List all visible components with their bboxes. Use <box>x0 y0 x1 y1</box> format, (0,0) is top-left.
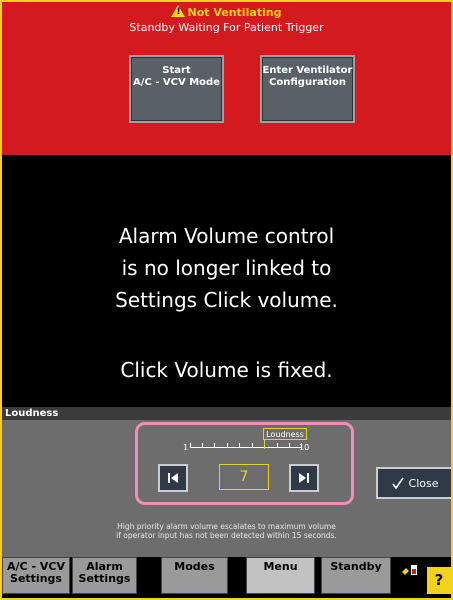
loudness-scale-label: Loudness <box>263 428 307 440</box>
tab-label: Settings <box>10 572 62 585</box>
scale-tick <box>190 443 191 447</box>
message-paragraph-1: Alarm Volume control is no longer linked… <box>2 220 451 316</box>
tab-standby[interactable]: Standby <box>321 557 391 594</box>
message-line: Alarm Volume control <box>118 224 335 248</box>
message-line: Settings Click volume. <box>115 288 338 312</box>
tab-label: Settings <box>78 572 131 585</box>
loudness-level-marker <box>264 440 265 449</box>
scale-tick <box>289 443 290 447</box>
enter-configuration-button[interactable]: Enter Ventilator Configuration <box>260 55 355 123</box>
close-button-label: Close <box>408 476 439 490</box>
standby-status: Standby Waiting For Patient Trigger <box>129 21 324 34</box>
start-button-line1: Start <box>162 65 191 76</box>
alarm-banner: ! Not Ventilating Standby Waiting For Pat… <box>2 2 451 155</box>
info-message: Alarm Volume control is no longer linked… <box>2 155 451 407</box>
scale-tick <box>239 443 240 447</box>
alarm-text: Not Ventilating <box>187 6 282 19</box>
volume-value: 7 <box>219 464 269 490</box>
tab-label: Standby <box>330 560 382 573</box>
power-status-icon <box>398 560 422 594</box>
tab-acvcv-settings[interactable]: A/C - VCV Settings <box>2 557 70 594</box>
loudness-scale-track <box>190 447 302 448</box>
skip-back-icon <box>168 473 178 483</box>
start-acvcv-button[interactable]: Start A/C - VCV Mode <box>129 55 224 123</box>
scale-tick <box>277 443 278 447</box>
note-line: High priority alarm volume escalates to … <box>117 522 336 531</box>
escalation-note: High priority alarm volume escalates to … <box>2 522 451 540</box>
plug-icon <box>402 565 417 575</box>
ventilator-screen: ! Not Ventilating Standby Waiting For Pat… <box>0 0 453 600</box>
config-button-line2: Configuration <box>269 77 346 88</box>
scale-max-label: 10 <box>299 443 310 452</box>
tab-label: Menu <box>263 560 298 573</box>
config-button-line1: Enter Ventilator <box>262 65 353 76</box>
start-button-line2: A/C - VCV Mode <box>133 77 220 88</box>
scale-tick <box>214 443 215 447</box>
decrease-volume-button[interactable] <box>158 464 188 492</box>
message-paragraph-2: Click Volume is fixed. <box>120 358 333 382</box>
alarm-status: ! Not Ventilating <box>2 5 451 19</box>
message-line: is no longer linked to <box>121 256 332 280</box>
scale-min-label: 1 <box>183 443 189 452</box>
scale-tick <box>252 443 253 447</box>
bottom-tab-bar: A/C - VCV Settings Alarm Settings Modes … <box>2 557 451 598</box>
scale-tick <box>227 443 228 447</box>
help-button[interactable]: ? <box>427 567 451 594</box>
checkmark-icon <box>391 477 404 490</box>
tab-modes[interactable]: Modes <box>161 557 228 594</box>
scale-tick <box>202 443 203 447</box>
skip-forward-icon <box>299 473 309 483</box>
tab-menu[interactable]: Menu <box>246 557 315 594</box>
warning-icon: ! <box>171 5 186 17</box>
increase-volume-button[interactable] <box>289 464 319 492</box>
tab-alarm-settings[interactable]: Alarm Settings <box>72 557 137 594</box>
close-button[interactable]: Close <box>376 467 451 499</box>
loudness-panel: Loudness 1 10 Loudness 7 Close High prio… <box>2 407 451 557</box>
note-line: if operator input has not been detected … <box>116 531 337 540</box>
tab-label: Modes <box>174 560 215 573</box>
panel-title: Loudness <box>2 407 451 420</box>
